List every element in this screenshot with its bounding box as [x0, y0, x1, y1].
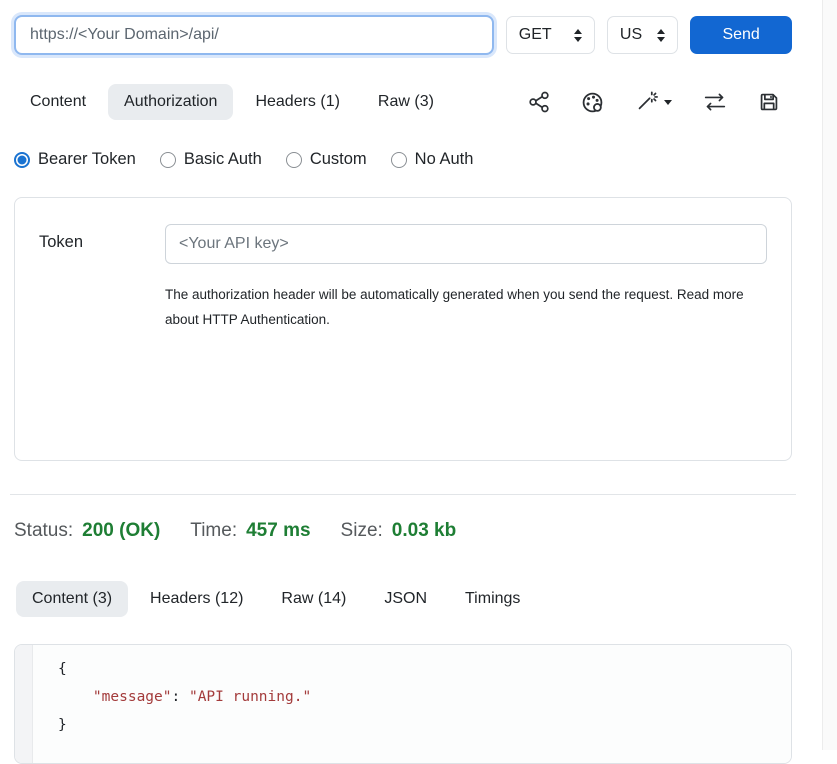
radio-label: Basic Auth	[184, 150, 262, 169]
url-input[interactable]	[14, 15, 494, 55]
radio-label: Custom	[310, 150, 367, 169]
tab-authorization[interactable]: Authorization	[108, 84, 233, 120]
json-key: "message"	[93, 689, 172, 705]
magic-wand-icon	[635, 91, 659, 113]
region-select[interactable]: US	[607, 16, 678, 54]
resp-tab-headers[interactable]: Headers (12)	[134, 581, 259, 617]
section-divider	[10, 494, 796, 495]
radio-custom[interactable]: Custom	[286, 150, 367, 169]
token-row: Token	[39, 224, 767, 264]
json-open-brace: {	[58, 661, 67, 677]
auth-type-options: Bearer Token Basic Auth Custom No Auth	[14, 150, 792, 169]
api-client-page: GET US Send Content Authorization Header…	[0, 0, 808, 764]
tab-content[interactable]: Content	[14, 84, 102, 120]
code-gutter	[15, 645, 33, 763]
request-bar: GET US Send	[14, 14, 792, 56]
caret-down-icon	[664, 100, 672, 105]
tab-raw[interactable]: Raw (3)	[362, 84, 450, 120]
palette-icon[interactable]	[581, 91, 604, 114]
radio-selected-icon	[14, 152, 30, 168]
status-value: 200 (OK)	[82, 520, 160, 542]
radio-basic-auth[interactable]: Basic Auth	[160, 150, 262, 169]
resp-tab-timings[interactable]: Timings	[449, 581, 536, 617]
radio-label: No Auth	[415, 150, 474, 169]
resp-tab-content[interactable]: Content (3)	[16, 581, 128, 617]
request-tabs-row: Content Authorization Headers (1) Raw (3…	[14, 84, 792, 120]
token-label: Token	[39, 224, 165, 264]
json-separator: :	[172, 689, 189, 705]
response-tabs-row: Content (3) Headers (12) Raw (14) JSON T…	[16, 581, 792, 617]
response-body-block: { "message": "API running." }	[14, 644, 792, 764]
response-json: { "message": "API running." }	[33, 645, 791, 763]
size-value: 0.03 kb	[392, 520, 456, 542]
chevron-updown-icon	[657, 29, 665, 42]
save-icon[interactable]	[758, 91, 780, 113]
page-scrollbar[interactable]	[822, 0, 837, 750]
swap-arrows-icon[interactable]	[703, 91, 727, 113]
json-close-brace: }	[58, 717, 67, 733]
chevron-updown-icon	[574, 29, 582, 42]
send-button[interactable]: Send	[690, 16, 792, 54]
resp-tab-json[interactable]: JSON	[368, 581, 443, 617]
share-icon[interactable]	[528, 91, 550, 113]
toolbar-icons	[528, 91, 792, 114]
time-label: Time:	[190, 520, 237, 542]
radio-label: Bearer Token	[38, 150, 136, 169]
status-label: Status:	[14, 520, 73, 542]
region-select-value: US	[620, 26, 642, 44]
radio-unselected-icon	[391, 152, 407, 168]
method-select[interactable]: GET	[506, 16, 595, 54]
radio-bearer-token[interactable]: Bearer Token	[14, 150, 136, 169]
method-select-value: GET	[519, 26, 552, 44]
json-indent	[58, 689, 93, 705]
radio-unselected-icon	[160, 152, 176, 168]
radio-unselected-icon	[286, 152, 302, 168]
bearer-token-card: Token The authorization header will be a…	[14, 197, 792, 461]
token-input[interactable]	[165, 224, 767, 264]
tab-headers[interactable]: Headers (1)	[239, 84, 355, 120]
size-label: Size:	[341, 520, 383, 542]
radio-no-auth[interactable]: No Auth	[391, 150, 474, 169]
magic-wand-dropdown[interactable]	[635, 91, 672, 113]
response-status-row: Status: 200 (OK) Time: 457 ms Size: 0.03…	[14, 520, 792, 542]
time-value: 457 ms	[246, 520, 310, 542]
resp-tab-raw[interactable]: Raw (14)	[265, 581, 362, 617]
token-help-text: The authorization header will be automat…	[165, 282, 753, 332]
json-value: "API running."	[189, 689, 311, 705]
